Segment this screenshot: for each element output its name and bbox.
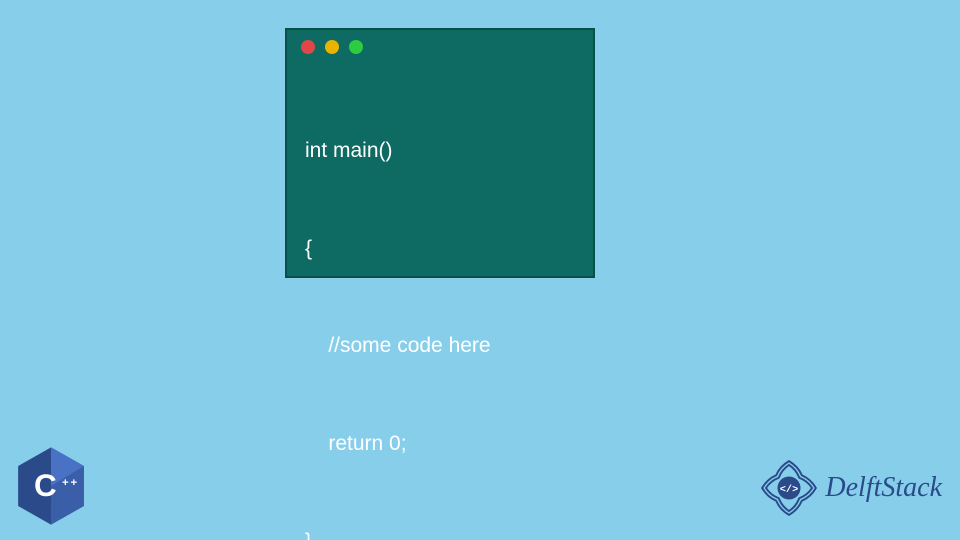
delftstack-branding: </> DelftStack (757, 456, 942, 520)
delftstack-label: DelftStack (825, 472, 942, 504)
code-body: int main() { //some code here return 0; … (287, 64, 593, 540)
minimize-icon (325, 40, 339, 54)
delftstack-logo-icon: </> (757, 456, 821, 520)
maximize-icon (349, 40, 363, 54)
cpp-logo-icon: C + + (14, 446, 88, 526)
close-icon (301, 40, 315, 54)
window-titlebar (287, 30, 593, 64)
code-line: { (305, 233, 575, 266)
svg-text:+: + (71, 477, 78, 489)
code-window: int main() { //some code here return 0; … (285, 28, 595, 278)
svg-text:+: + (62, 477, 69, 489)
code-line: //some code here (305, 330, 575, 363)
svg-text:</>: </> (780, 484, 798, 496)
code-line: } (305, 526, 575, 540)
code-line: int main() (305, 135, 575, 168)
code-line: return 0; (305, 428, 575, 461)
svg-text:C: C (34, 468, 57, 503)
